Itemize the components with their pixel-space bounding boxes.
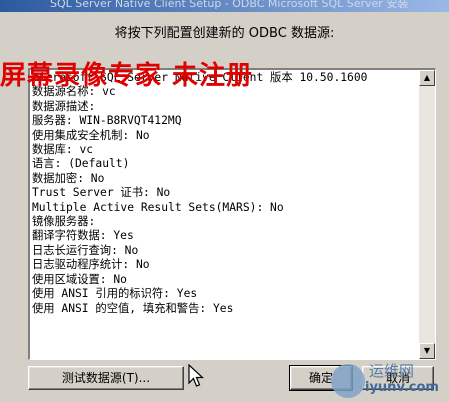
site-logo-watermark: 运维网 iyunv.com (331, 360, 443, 400)
logo-circle-icon (331, 364, 365, 398)
summary-line: Multiple Active Result Sets(MARS): No (32, 200, 284, 214)
logo-url-text: iyunv.com (365, 380, 439, 395)
mouse-pointer-icon (188, 364, 205, 387)
summary-line: 翻译字符数据: Yes (32, 229, 134, 243)
summary-line: 数据库: vc (32, 143, 94, 157)
config-summary-content: Microsoft SQL Server Native Client 版本 10… (32, 71, 418, 359)
summary-line: 使用区域设置: No (32, 272, 127, 286)
summary-line: Trust Server 证书: No (32, 186, 171, 200)
config-summary-textbox[interactable]: Microsoft SQL Server Native Client 版本 10… (28, 68, 436, 360)
summary-line: 使用集成安全机制: No (32, 128, 150, 142)
summary-line: 数据加密: No (32, 171, 105, 185)
test-data-source-button[interactable]: 测试数据源(T)... (28, 366, 184, 390)
vertical-scrollbar[interactable]: ▲ ▼ (419, 70, 435, 359)
title-bar: SQL Server Native Client Setup - ODBC Mi… (0, 0, 449, 12)
logo-cn-text: 运维网 (369, 362, 415, 380)
recorder-watermark: 屏幕录像专家 未注册 (0, 61, 254, 91)
dialog-heading: 将按下列配置创建新的 ODBC 数据源: (114, 26, 335, 41)
summary-line: 日志长运行查询: No (32, 243, 139, 257)
summary-line: 日志驱动程序统计: No (32, 258, 150, 272)
down-arrow-icon: ▼ (423, 346, 431, 355)
summary-line: 语言: (Default) (32, 157, 130, 171)
scroll-down-button[interactable]: ▼ (419, 343, 435, 359)
window-title: SQL Server Native Client Setup - ODBC Mi… (50, 0, 409, 10)
summary-line: 镜像服务器: (32, 215, 96, 229)
summary-line: 数据源描述: (32, 99, 96, 113)
up-arrow-icon: ▲ (423, 73, 431, 82)
scroll-up-button[interactable]: ▲ (419, 70, 435, 86)
summary-line: 服务器: WIN-B8RVQT412MQ (32, 114, 182, 128)
summary-line: 使用 ANSI 引用的标识符: Yes (32, 287, 198, 301)
summary-line: 使用 ANSI 的空值, 填充和警告: Yes (32, 301, 234, 315)
